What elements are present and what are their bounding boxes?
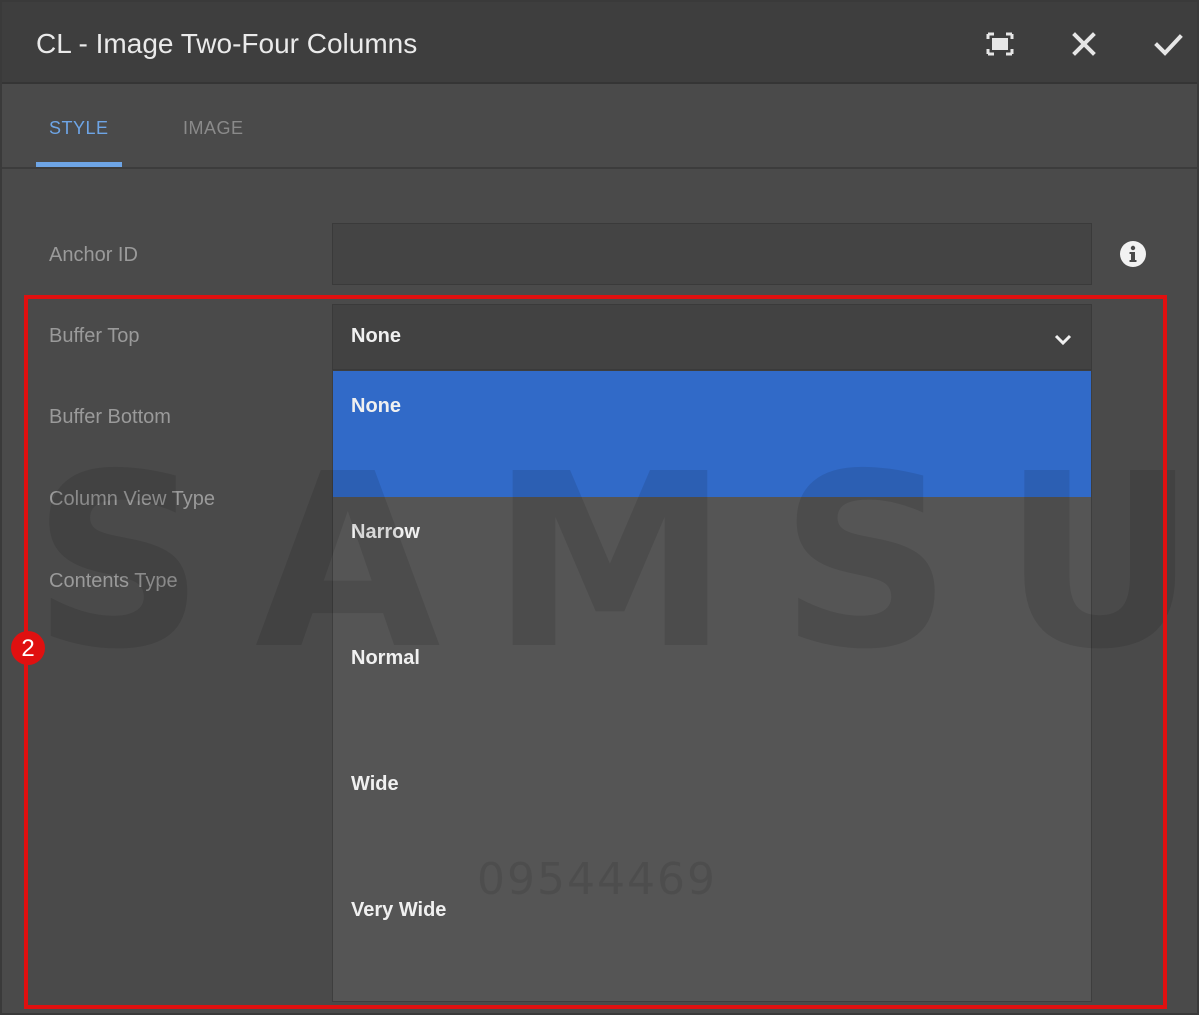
fullscreen-icon (986, 32, 1014, 56)
buffer-top-dropdown-list: None Narrow Normal Wide Very Wide (332, 370, 1092, 1002)
dialog: CL - Image Two-Four Columns STYLE IMAGE … (0, 0, 1199, 1015)
info-icon[interactable] (1119, 240, 1147, 268)
buffer-top-value: None (351, 325, 401, 347)
annotation-badge: 2 (11, 631, 45, 665)
active-tab-indicator (36, 162, 122, 167)
tab-bar: STYLE IMAGE (2, 84, 1197, 169)
contents-type-label: Contents Type (49, 570, 178, 592)
tab-image[interactable]: IMAGE (183, 84, 244, 167)
column-view-type-label: Column View Type (49, 488, 216, 510)
option-wide[interactable]: Wide (333, 749, 1091, 875)
option-very-wide[interactable]: Very Wide (333, 875, 1091, 1001)
fullscreen-button[interactable] (980, 24, 1020, 64)
anchor-id-input[interactable] (332, 223, 1092, 285)
check-icon (1154, 34, 1183, 56)
dialog-header: CL - Image Two-Four Columns (2, 2, 1197, 84)
option-narrow[interactable]: Narrow (333, 497, 1091, 623)
buffer-top-label: Buffer Top (49, 325, 140, 347)
confirm-button[interactable] (1148, 24, 1188, 64)
tab-style[interactable]: STYLE (49, 84, 109, 167)
chevron-down-icon (1054, 334, 1072, 346)
buffer-bottom-label: Buffer Bottom (49, 406, 171, 428)
anchor-id-label: Anchor ID (49, 244, 138, 266)
option-normal[interactable]: Normal (333, 623, 1091, 749)
option-none[interactable]: None (333, 371, 1091, 497)
dialog-title: CL - Image Two-Four Columns (36, 28, 418, 59)
close-icon (1072, 32, 1096, 56)
buffer-top-select[interactable]: None (332, 304, 1092, 370)
close-button[interactable] (1064, 24, 1104, 64)
